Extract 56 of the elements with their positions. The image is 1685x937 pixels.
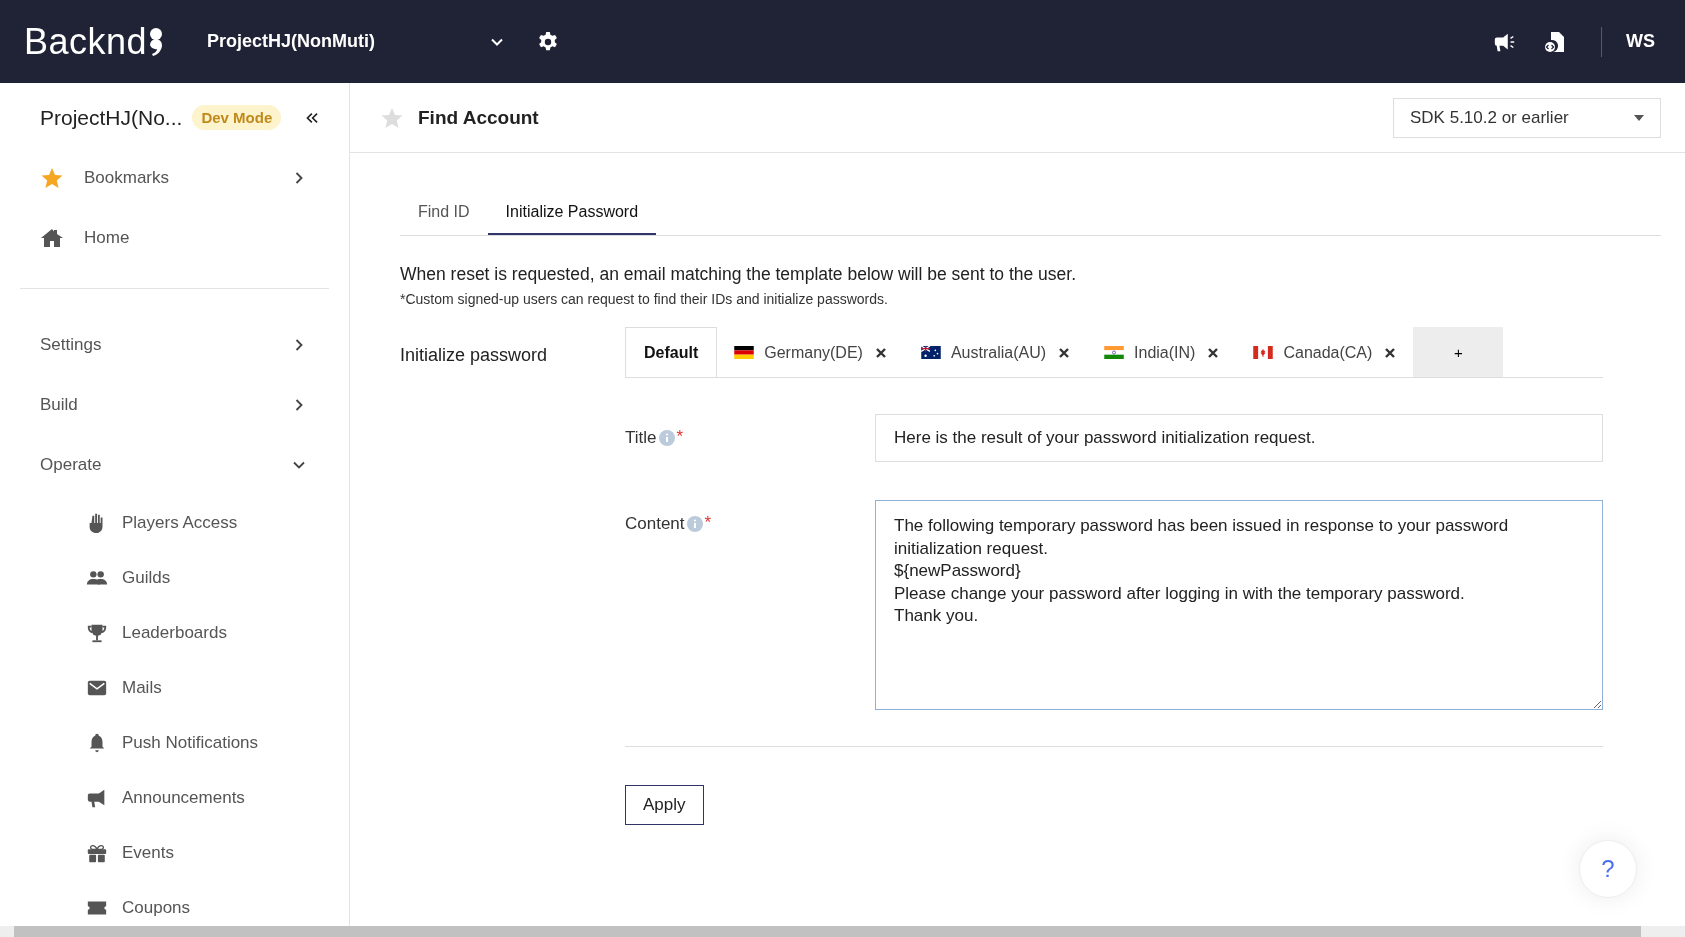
logo-mark-icon [149,26,164,57]
info-icon [658,430,675,446]
title-field[interactable]: Here is the result of your password initialization request. [875,414,1603,462]
apply-button[interactable]: Apply [625,785,704,825]
sidebar-group[interactable]: Build [0,375,349,435]
sidebar-item[interactable]: Guilds [0,550,349,605]
document-icon [1543,29,1567,54]
star-icon [40,166,64,190]
required-mark: * [704,514,712,531]
sidebar-item[interactable]: Players Access [0,495,349,550]
project-selector[interactable]: ProjectHJ(NonMuti) [207,31,508,52]
flag-icon [1104,346,1125,359]
flag-icon [920,346,941,359]
logo[interactable]: Backnd [24,20,164,63]
project-name: ProjectHJ(No... [40,105,183,130]
language-tab[interactable]: Canada(CA) [1236,327,1414,377]
close-icon [1384,346,1397,359]
house-icon [40,226,64,250]
info-icon [686,516,703,532]
close-icon [1207,346,1220,359]
field-label: Content [625,514,685,534]
tab[interactable]: Initialize Password [487,193,657,235]
sidebar-item[interactable]: Leaderboards [0,605,349,660]
tab[interactable]: Find ID [400,193,488,235]
user-menu[interactable]: WS [1620,31,1661,52]
sidebar-item[interactable]: Announcements [0,770,349,825]
language-tab[interactable]: Australia(AU) [903,327,1088,377]
language-tab[interactable]: India(IN) [1087,327,1237,377]
required-mark: * [676,428,684,445]
sidebar-item[interactable]: Coupons [0,880,349,926]
flag-icon [1253,346,1274,359]
horizontal-scrollbar[interactable] [0,926,1685,937]
sdk-dropdown[interactable]: SDK 5.10.2 or earlier [1393,97,1661,138]
section-label: Initialize password [400,344,549,367]
close-icon [874,346,887,359]
description-text: When reset is requested, an email matching the template below will be sent to the user. [400,264,1078,285]
note-text: *Custom signed-up users can request to find their IDs and initialize passwords. [400,291,889,307]
sidebar-item[interactable]: Events [0,825,349,880]
add-language-button[interactable]: + [1413,327,1504,377]
sidebar-item[interactable]: Bookmarks [0,148,349,208]
language-tab[interactable]: Default [625,327,718,377]
flag-icon [734,346,755,359]
content-textarea[interactable]: The following temporary password has been issued in response to your password initialization request. ${newPassword} Please change your password after logging in with the temporary password. Thank you. [875,500,1603,710]
page-title: Find Account [418,106,539,129]
settings-icon [537,30,560,53]
mode-badge: Dev Mode [192,105,282,130]
close-icon [1058,346,1071,359]
caret-icon [1634,114,1644,121]
sidebar-item[interactable]: Mails [0,660,349,715]
sidebar-item[interactable]: Push Notifications [0,715,349,770]
language-tab[interactable]: Germany(DE) [717,327,904,377]
field-label: Title [625,428,657,448]
sidebar-group[interactable]: Operate [0,435,349,495]
sidebar-group[interactable]: Settings [0,315,349,375]
sidebar-item[interactable]: Home [0,208,349,268]
help-button[interactable]: ? [1579,840,1637,898]
